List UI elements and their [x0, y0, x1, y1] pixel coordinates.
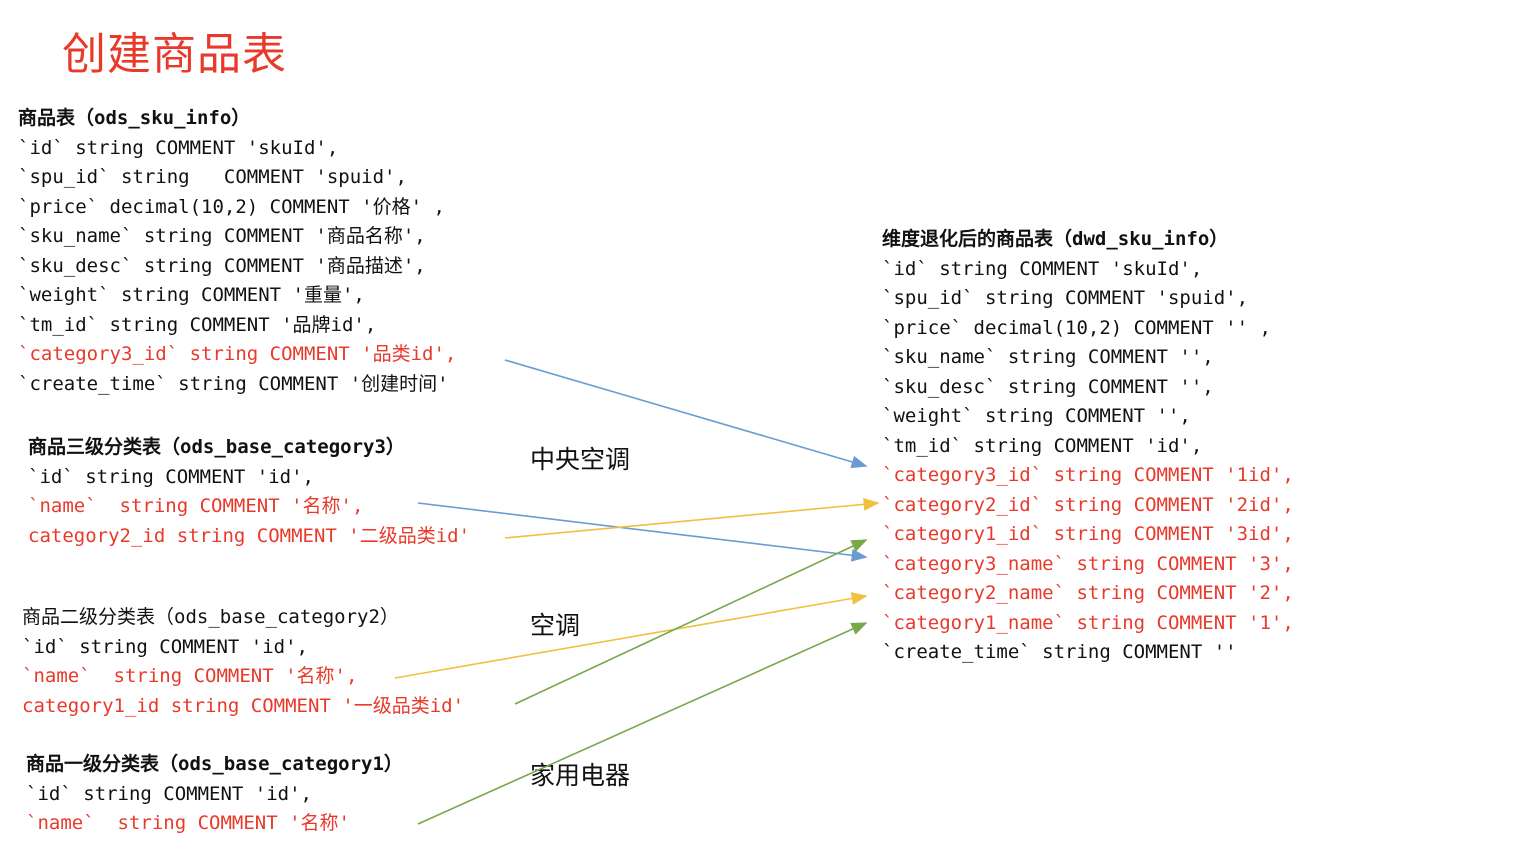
field-line: `id` string COMMENT 'id',: [22, 635, 308, 658]
dwd-sku-info-header: 维度退化后的商品表（dwd_sku_info）: [882, 228, 1229, 250]
field-line: `create_time` string COMMENT '': [882, 641, 1237, 663]
sku-info-header: 商品表（ods_sku_info）: [18, 107, 251, 129]
field-line: `tm_id` string COMMENT 'id',: [882, 434, 1203, 457]
arrow-category2-id: [504, 497, 880, 539]
field-line: `weight` string COMMENT '重量',: [18, 284, 365, 306]
category2-table: 商品二级分类表（ods_base_category2） `id` string …: [22, 603, 464, 721]
field-line: `price` decimal(10,2) COMMENT '' ,: [882, 316, 1271, 339]
field-line: `id` string COMMENT 'id',: [28, 465, 314, 488]
field-line: `category3_id` string COMMENT '1id',: [882, 464, 1294, 486]
label-level3-example: 中央空调: [530, 445, 631, 474]
field-line: category2_id string COMMENT '二级品类id': [28, 524, 471, 547]
category1-header: 商品一级分类表（ods_base_category1）: [26, 753, 403, 775]
sku-info-table: 商品表（ods_sku_info） `id` string COMMENT 's…: [18, 104, 456, 399]
field-line: `category3_name` string COMMENT '3',: [882, 552, 1294, 575]
field-line: `name` string COMMENT '名称': [26, 812, 350, 834]
category3-table: 商品三级分类表（ods_base_category3） `id` string …: [28, 433, 470, 551]
field-line: `sku_desc` string COMMENT '',: [882, 375, 1214, 398]
field-line: `id` string COMMENT 'skuId',: [18, 136, 339, 159]
category2-fields: `id` string COMMENT 'id', `name` string C…: [22, 633, 464, 722]
dwd-sku-info-table: 维度退化后的商品表（dwd_sku_info） `id` string COMM…: [882, 225, 1294, 668]
field-line: `sku_desc` string COMMENT '商品描述',: [18, 254, 426, 277]
field-line: `weight` string COMMENT '',: [882, 405, 1191, 427]
category1-fields: `id` string COMMENT 'id', `name` string C…: [26, 780, 403, 839]
field-line: `spu_id` string COMMENT 'spuid',: [882, 287, 1249, 309]
field-line: `category1_name` string COMMENT '1',: [882, 611, 1294, 634]
field-line: `create_time` string COMMENT '创建时间': [18, 372, 449, 395]
field-line: `tm_id` string COMMENT '品牌id',: [18, 313, 377, 336]
arrow-category3-name: [417, 502, 868, 562]
field-line: category1_id string COMMENT '一级品类id': [22, 694, 465, 717]
field-line: `id` string COMMENT 'skuId',: [882, 257, 1203, 280]
arrow-category1-name: [417, 622, 868, 825]
category2-header: 商品二级分类表（ods_base_category2）: [22, 606, 399, 628]
category3-header: 商品三级分类表（ods_base_category3）: [28, 436, 405, 458]
field-line: `sku_name` string COMMENT '',: [882, 346, 1214, 368]
field-line: `name` string COMMENT '名称',: [22, 665, 358, 687]
category3-fields: `id` string COMMENT 'id', `name` string C…: [28, 463, 470, 552]
field-line: `name` string COMMENT '名称',: [28, 495, 364, 517]
label-level1-example: 家用电器: [530, 761, 631, 790]
category1-table: 商品一级分类表（ods_base_category1） `id` string …: [26, 750, 403, 839]
field-line: `category1_id` string COMMENT '3id',: [882, 523, 1294, 545]
field-line: `spu_id` string COMMENT 'spuid',: [18, 166, 407, 188]
field-line: `price` decimal(10,2) COMMENT '价格' ,: [18, 195, 445, 218]
page-title: 创建商品表: [62, 29, 287, 80]
field-line: `category2_name` string COMMENT '2',: [882, 582, 1294, 604]
field-line: `category2_id` string COMMENT '2id',: [882, 493, 1294, 516]
arrow-category2-name: [394, 592, 868, 679]
sku-info-fields: `id` string COMMENT 'skuId', `spu_id` str…: [18, 134, 456, 400]
field-line: `sku_name` string COMMENT '商品名称',: [18, 225, 426, 247]
field-line: `id` string COMMENT 'id',: [26, 782, 312, 805]
label-level2-example: 空调: [530, 611, 581, 640]
dwd-sku-info-fields: `id` string COMMENT 'skuId', `spu_id` str…: [882, 255, 1294, 668]
field-line: `category3_id` string COMMENT '品类id',: [18, 343, 457, 365]
